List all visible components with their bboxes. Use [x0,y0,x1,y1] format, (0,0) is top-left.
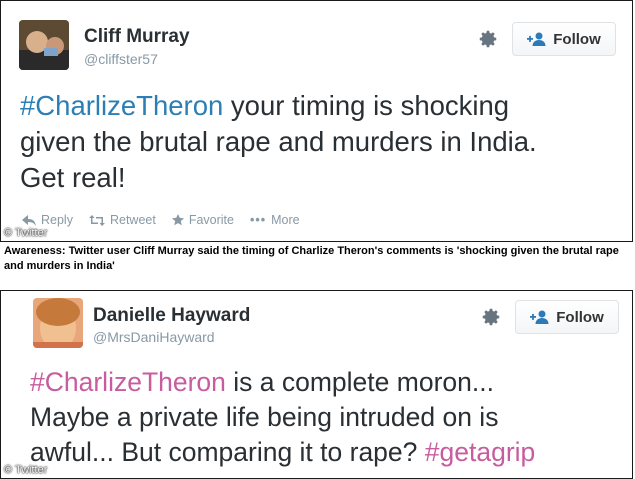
gear-icon[interactable] [480,306,502,328]
ellipsis-icon: ••• [249,213,267,227]
user-handle[interactable]: @cliffster57 [84,51,158,67]
user-name[interactable]: Cliff Murray [84,26,190,48]
gear-icon[interactable] [477,28,499,50]
follow-label: Follow [556,308,604,326]
photo-credit: © Twitter [4,227,48,239]
avatar[interactable] [33,298,83,348]
reply-action[interactable]: Reply [22,213,73,227]
favorite-action[interactable]: Favorite [171,213,234,227]
retweet-icon [88,214,105,226]
hashtag-link[interactable]: #CharlizeTheron [30,367,226,397]
photo-credit: © Twitter [4,464,48,476]
follow-button[interactable]: Follow [512,22,616,56]
add-user-icon [530,310,549,324]
retweet-action[interactable]: Retweet [88,213,156,227]
reply-icon [22,214,36,226]
follow-label: Follow [553,30,601,48]
tweet-text: #CharlizeTheron is a complete moron... M… [30,367,536,467]
add-user-icon [527,32,546,46]
hashtag-link[interactable]: #getagrip [425,437,536,467]
avatar[interactable] [19,20,69,70]
follow-button[interactable]: Follow [515,300,619,334]
tweet-actions: Reply Retweet Favorite ••• More [22,213,300,227]
user-name[interactable]: Danielle Hayward [93,305,250,327]
image-caption: Awareness: Twitter user Cliff Murray sai… [4,245,619,272]
more-action[interactable]: ••• More [250,213,300,227]
star-icon [171,214,184,226]
hashtag-link[interactable]: #CharlizeTheron [20,90,223,121]
user-handle[interactable]: @MrsDaniHayward [93,329,215,345]
tweet-text: #CharlizeTheron your timing is shocking … [20,90,537,193]
